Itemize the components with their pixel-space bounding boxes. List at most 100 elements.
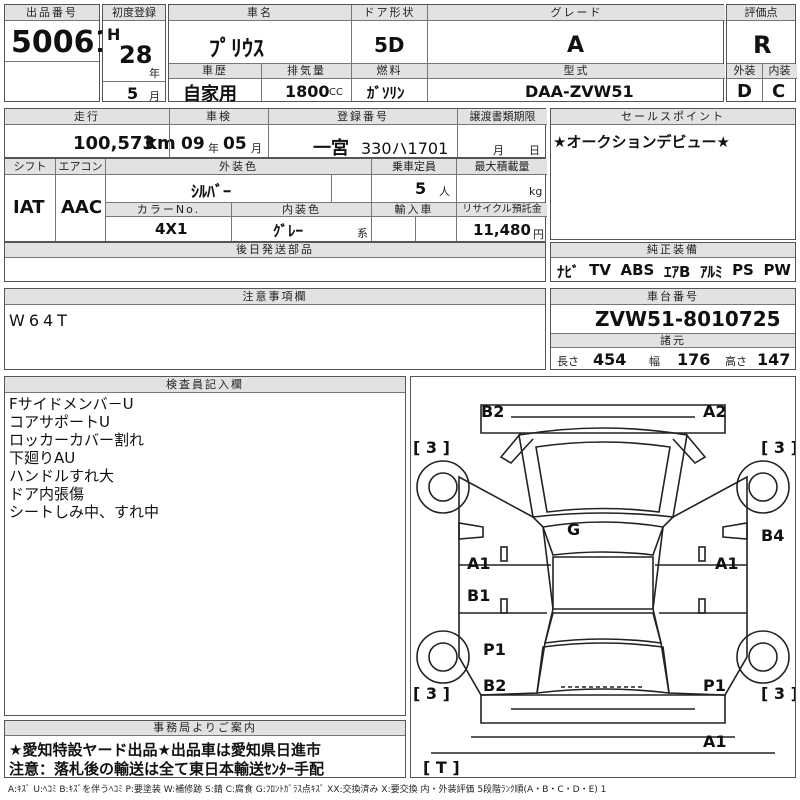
equipment-box: 純正装備 ﾅﾋﾞ TV ABS ｴｱB ｱﾙﾐ PS PW — [550, 242, 796, 282]
fuel-header: 燃料 — [352, 64, 427, 79]
height-label: 高さ — [725, 355, 747, 368]
mark-br: [ 3 ] — [761, 684, 795, 703]
equipment-airbag: ｴｱB — [663, 263, 691, 281]
length-label: 長さ — [557, 355, 579, 368]
lot-number: 50061 — [11, 25, 116, 60]
door-type: 5D — [374, 33, 405, 57]
inspection-month-unit: 月 — [251, 142, 262, 155]
mark-p1-left: P1 — [483, 640, 506, 659]
first-registration-header: 初度登録 — [103, 5, 165, 21]
mark-b4: B4 — [761, 526, 784, 545]
interior-header: 内装 — [762, 64, 797, 79]
history-header: 車歴 — [169, 64, 261, 79]
transfer-month-unit: 月 — [493, 144, 504, 157]
interior-score: C — [772, 81, 786, 102]
office-line-1: ★愛知特設ヤード出品★出品車は愛知県日進市 — [9, 741, 321, 759]
month-unit: 月 — [149, 90, 160, 103]
plate-city: 一宮 — [313, 138, 349, 159]
equipment-header: 純正装備 — [551, 243, 795, 258]
color-number-header: カラーNo. — [106, 203, 231, 217]
lot-number-header: 出品番号 — [5, 5, 99, 21]
air-conditioner: AAC — [61, 197, 103, 218]
inspector-note: 下廻りAU — [9, 449, 76, 467]
first-registration-box: 初度登録 H 28 年 5 月 — [102, 4, 166, 103]
inspector-box: 検査員記入欄 Fサイドメンバ－U コアサポートU ロッカーカバー割れ 下廻りAU… — [4, 376, 406, 716]
mark-tl: [ 3 ] — [413, 438, 450, 457]
inspector-note: シートしみ中、すれ中 — [9, 503, 160, 521]
inspection-year-unit: 年 — [208, 142, 219, 155]
inspection-month: 05 — [223, 134, 247, 154]
lot-number-box: 出品番号 50061 — [4, 4, 115, 102]
equipment-ps: PS — [732, 261, 754, 279]
door-header: ドア形状 — [352, 5, 427, 21]
recycle-fee: 11,480 — [473, 221, 531, 239]
capacity-header: 乗車定員 — [372, 159, 456, 175]
later-parts-box: 後日発送部品 — [4, 242, 546, 282]
history: 自家用 — [183, 84, 237, 105]
model-code: DAA-ZVW51 — [525, 82, 634, 101]
mileage-box: 走行 100,573 km 車検 09 年 05 月 登録番号 一宮 330ハ1… — [4, 108, 547, 159]
exterior-score: D — [737, 81, 752, 102]
load-header: 最大積載量 — [457, 159, 547, 175]
shift: IAT — [13, 197, 45, 218]
exterior-color: ｼﾙﾊﾞｰ — [191, 182, 232, 201]
office-line-2: 注意：落札後の輸送は全て東日本輸送ｾﾝﾀｰ手配 — [9, 760, 325, 778]
exterior-header: 外装 — [727, 64, 762, 79]
import-header: 輸入車 — [372, 203, 456, 217]
mark-a2-top: A2 — [703, 402, 727, 421]
inspection-header: 車検 — [170, 109, 268, 125]
recycle-unit: 円 — [533, 228, 544, 241]
inspector-note: Fサイドメンバ－U — [9, 395, 134, 413]
width-value: 176 — [677, 350, 711, 369]
recycle-header: リサイクル預託金 — [457, 203, 547, 217]
exterior-color-header: 外装色 — [106, 159, 371, 175]
interior-color-header: 内装色 — [232, 203, 371, 217]
capacity-unit: 人 — [439, 185, 450, 198]
inspector-note: ハンドルすれ大 — [9, 467, 115, 485]
mark-a1-left: A1 — [467, 554, 491, 573]
plate-header: 登録番号 — [269, 109, 457, 125]
chassis-number: ZVW51-8010725 — [595, 307, 781, 331]
inspector-note: ロッカーカバー割れ — [9, 431, 145, 449]
mileage: 100,573 — [73, 133, 155, 154]
interior-color-suffix: 系 — [357, 227, 368, 240]
equipment-alloy: ｱﾙﾐ — [699, 263, 723, 281]
office-box: 事務局よりご案内 ★愛知特設ヤード出品★出品車は愛知県日進市 注意：落札後の輸送… — [4, 720, 406, 778]
interior-color: ｸﾞﾚｰ — [273, 222, 304, 240]
registration-year: 28 — [119, 41, 153, 69]
mark-b2-top: B2 — [481, 402, 504, 421]
inspector-header: 検査員記入欄 — [5, 377, 405, 393]
ac-header: エアコン — [56, 159, 105, 175]
displacement-header: 排気量 — [262, 64, 351, 79]
mark-bl: [ 3 ] — [413, 684, 450, 703]
length-value: 454 — [593, 350, 627, 369]
capacity: 5 — [415, 179, 427, 198]
caution-header: 注意事項欄 — [5, 289, 545, 305]
overall-score: R — [753, 31, 772, 59]
mark-bottom: [ T ] — [423, 758, 460, 777]
equipment-tv: TV — [589, 261, 611, 279]
load-unit: kg — [529, 185, 543, 198]
sales-point-text: ★オークションデビュー★ — [553, 133, 730, 151]
transfer-day-unit: 日 — [529, 144, 540, 157]
office-header: 事務局よりご案内 — [5, 721, 405, 736]
inspector-note: コアサポートU — [9, 413, 110, 431]
plate-number: 330ハ1701 — [361, 139, 449, 158]
shift-header: シフト — [5, 159, 55, 175]
equipment-navi: ﾅﾋﾞ — [557, 263, 580, 281]
caution-text: W64T — [9, 311, 71, 330]
mileage-header: 走行 — [5, 109, 169, 125]
caution-box: 注意事項欄 W64T — [4, 288, 546, 370]
color-number: 4X1 — [155, 220, 188, 238]
transfer-header: 譲渡書類期限 — [458, 109, 547, 125]
car-info-box: 車名 ﾌﾟﾘｳｽ ドア形状 5D グレード A 車歴 自家用 排気量 1800 … — [168, 4, 725, 105]
grade-header: グレード — [428, 5, 725, 21]
height-value: 147 — [757, 350, 791, 369]
sales-point-box: セールスポイント ★オークションデビュー★ — [550, 108, 796, 240]
equipment-list: ﾅﾋﾞ TV ABS ｴｱB ｱﾙﾐ PS PW — [557, 261, 791, 282]
equipment-pw: PW — [763, 261, 791, 279]
later-parts-header: 後日発送部品 — [5, 243, 545, 258]
specs-header: 諸元 — [551, 334, 795, 348]
mileage-unit: km — [145, 133, 176, 154]
inspection-year: 09 — [181, 134, 205, 154]
